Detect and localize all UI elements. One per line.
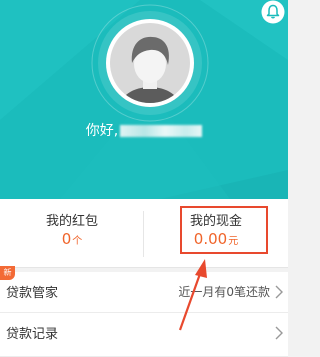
chevron-right-icon	[275, 285, 283, 299]
cash-highlight-box	[180, 206, 268, 254]
red-packet-value: 0个	[0, 230, 144, 248]
chevron-right-icon	[275, 326, 283, 340]
loan-record-label: 贷款记录	[6, 327, 59, 342]
loan-manager-summary: 近一月有0笔还款	[178, 285, 270, 299]
loan-record-row[interactable]: 贷款记录	[0, 313, 288, 357]
red-packet-stat[interactable]: 我的红包 0个	[0, 199, 144, 267]
loan-manager-row[interactable]: 贷款管家 近一月有0笔还款	[0, 272, 288, 313]
new-badge: 新	[0, 266, 15, 280]
red-packet-title: 我的红包	[45, 214, 98, 229]
masked-phone	[120, 125, 203, 137]
loan-manager-label: 贷款管家	[6, 286, 59, 301]
red-packet-unit: 个	[72, 236, 83, 247]
user-avatar-icon[interactable]	[106, 19, 194, 107]
bell-icon[interactable]	[261, 0, 285, 24]
greeting-text: 你好,	[0, 122, 288, 140]
profile-header: 你好,	[0, 0, 288, 199]
greeting-label: 你好,	[85, 123, 119, 139]
red-packet-count: 0	[61, 230, 72, 248]
